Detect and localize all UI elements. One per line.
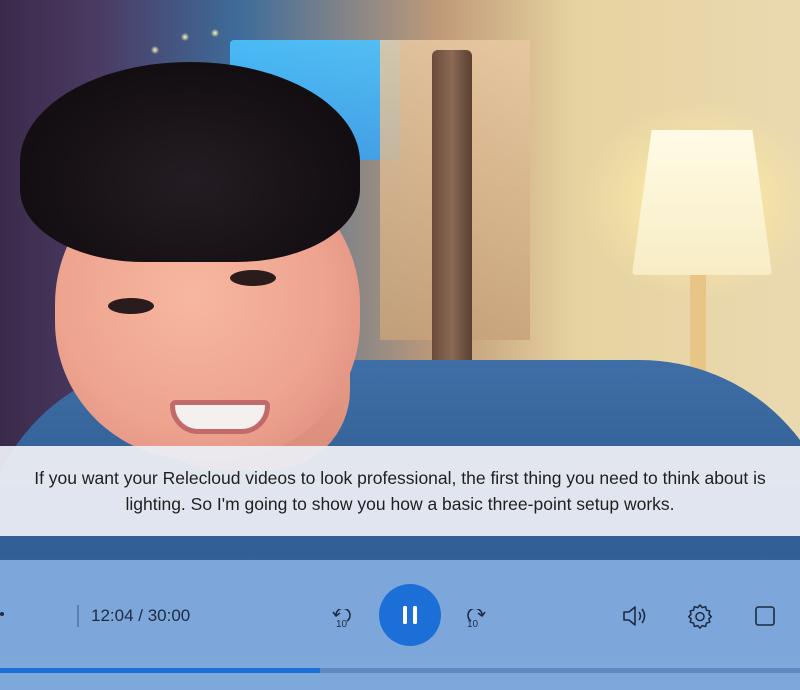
forward-10-label: 10 bbox=[467, 619, 479, 630]
volume-button[interactable] bbox=[619, 600, 651, 632]
rewind-10-button[interactable]: 10 bbox=[328, 605, 356, 633]
background-guitar bbox=[432, 50, 472, 380]
seek-bar-progress bbox=[0, 668, 320, 673]
fullscreen-button[interactable] bbox=[751, 602, 779, 630]
seek-bar[interactable] bbox=[0, 668, 800, 673]
pause-icon bbox=[403, 606, 417, 624]
pause-button[interactable] bbox=[379, 584, 441, 646]
rewind-10-label: 10 bbox=[336, 619, 348, 630]
person-eye-left bbox=[108, 298, 154, 314]
forward-10-button[interactable]: 10 bbox=[462, 605, 490, 633]
gear-icon bbox=[687, 604, 713, 629]
control-edge-marker bbox=[0, 612, 4, 616]
closed-caption-box: If you want your Relecloud videos to loo… bbox=[0, 446, 800, 536]
fullscreen-icon bbox=[755, 606, 775, 626]
string-lights bbox=[140, 25, 230, 65]
settings-button[interactable] bbox=[685, 601, 715, 631]
volume-icon bbox=[623, 606, 646, 626]
person-smile bbox=[170, 400, 270, 434]
caption-text: If you want your Relecloud videos to loo… bbox=[34, 468, 766, 514]
person-eye-right bbox=[230, 270, 276, 286]
time-display: 12:04 / 30:00 bbox=[77, 605, 190, 627]
person-hair bbox=[20, 62, 360, 262]
lamp-shade bbox=[632, 130, 772, 275]
